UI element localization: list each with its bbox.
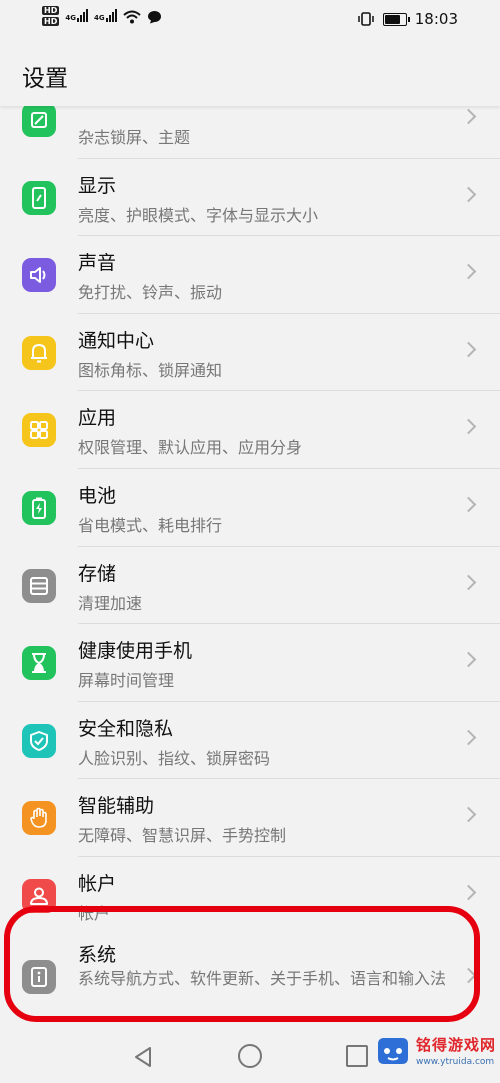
shield-icon [22,723,56,758]
clock: 18:03 [414,10,458,28]
chevron-right-icon [460,807,477,823]
status-bar: HD HD 4G 4G 18:03 [0,0,500,40]
status-right-icons: 18:03 [357,10,458,28]
hand-icon [22,801,56,836]
theme-icon [22,103,56,137]
network-type-label: 4G [93,14,105,22]
chevron-right-icon [460,496,477,513]
home-icon[interactable] [238,1044,262,1068]
battery-icon [382,12,410,26]
settings-item-subtitle: 屏幕时间管理 [78,671,175,691]
chevron-right-icon [460,729,477,746]
back-icon[interactable] [133,1046,153,1068]
message-icon [147,11,161,24]
settings-item-subtitle: 无障碍、智慧识屏、手势控制 [78,826,287,846]
settings-list: 杂志锁屏、主题 显示 亮度、护眼模式、字体与显示大小 声音 免打扰、铃声、振动 … [0,81,500,935]
settings-item-digital-balance[interactable]: 健康使用手机 屏幕时间管理 [0,624,500,702]
settings-item-title: 电池 [78,484,117,507]
settings-item-apps[interactable]: 应用 权限管理、默认应用、应用分身 [0,391,500,469]
network-type-label: 4G [65,14,76,22]
battery-icon [22,490,56,525]
settings-item-storage[interactable]: 存储 清理加速 [0,547,500,625]
display-icon [22,180,56,215]
sound-icon [22,258,56,293]
chevron-right-icon [460,108,477,125]
chevron-right-icon [460,419,477,435]
settings-item-subtitle: 图标角标、锁屏通知 [78,360,223,380]
chevron-right-icon [460,574,477,590]
settings-item-subtitle: 免打扰、铃声、振动 [78,283,223,303]
settings-item-display[interactable]: 显示 亮度、护眼模式、字体与显示大小 [0,159,500,237]
hd-badge: HD [42,17,60,26]
status-left-icons: HD HD 4G 4G [42,6,162,26]
settings-item-title: 声音 [78,252,117,275]
watermark-url: www.ytruida.com [416,1057,495,1067]
settings-item-subtitle: 杂志锁屏、主题 [78,128,191,147]
settings-item-title: 智能辅助 [78,795,155,818]
vibrate-icon [358,12,374,26]
highlight-annotation [4,906,480,1022]
settings-item-battery[interactable]: 电池 省电模式、耗电排行 [0,469,500,547]
settings-item-title: 健康使用手机 [78,640,193,663]
watermark-logo-icon [378,1038,408,1064]
settings-item-subtitle: 权限管理、默认应用、应用分身 [78,438,303,458]
page-title: 设置 [22,66,68,92]
settings-item-title: 帐户 [78,872,117,895]
settings-item-sound[interactable]: 声音 免打扰、铃声、振动 [0,236,500,314]
wifi-icon [122,10,141,24]
chevron-right-icon [460,651,477,668]
watermark: 铭得游戏网 www.ytruida.com [370,1024,500,1083]
settings-item-notifications[interactable]: 通知中心 图标角标、锁屏通知 [0,314,500,392]
settings-item-subtitle: 人脸识别、指纹、锁屏密码 [78,748,271,768]
hd-badge: HD [42,6,60,15]
signal-2-icon: 4G [94,6,117,22]
hourglass-icon [22,646,56,681]
settings-item-subtitle: 清理加速 [78,593,143,613]
recents-icon[interactable] [346,1045,368,1067]
watermark-title: 铭得游戏网 [416,1036,497,1054]
chevron-right-icon [460,263,477,280]
settings-item-subtitle: 亮度、护眼模式、字体与显示大小 [78,205,319,225]
settings-item-title: 存储 [78,562,117,585]
storage-icon [22,568,56,603]
chevron-right-icon [460,884,477,901]
settings-item-subtitle: 省电模式、耗电排行 [78,515,223,535]
settings-item-accessibility[interactable]: 智能辅助 无障碍、智慧识屏、手势控制 [0,779,500,857]
settings-item-title: 应用 [78,407,117,430]
signal-1-icon: 4G [65,6,88,22]
bell-icon [22,335,56,370]
settings-item-title: 安全和隐私 [78,717,174,740]
chevron-right-icon [460,341,477,358]
apps-icon [22,413,56,448]
settings-item-security[interactable]: 安全和隐私 人脸识别、指纹、锁屏密码 [0,702,500,780]
settings-item-title: 通知中心 [78,329,155,352]
chevron-right-icon [460,186,477,202]
app-bar: 设置 [0,40,500,106]
settings-item-title: 显示 [78,174,117,197]
